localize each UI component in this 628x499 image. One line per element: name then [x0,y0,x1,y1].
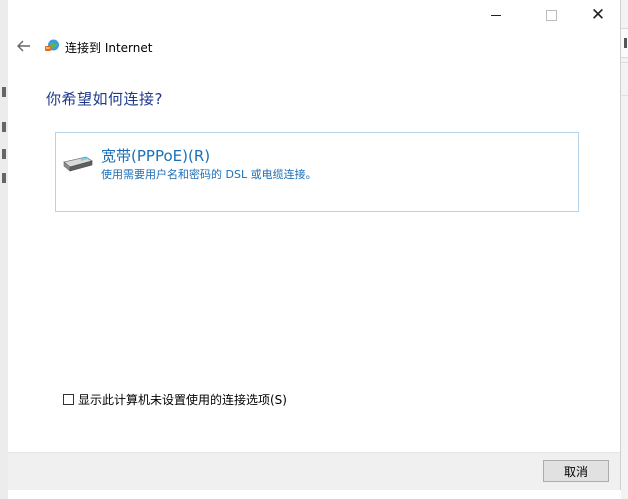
network-globe-icon [45,39,59,51]
minimize-button[interactable] [474,0,518,30]
option-description: 使用需要用户名和密码的 DSL 或电缆连接。 [101,168,317,181]
dialog-footer: 取消 [8,452,620,490]
background-divider [621,62,628,63]
background-text-fragment [2,149,6,159]
option-title: 宽带(PPPoE)(R) [101,147,211,165]
close-button[interactable]: ✕ [576,0,620,30]
connect-to-internet-dialog: ✕ 连接到 Internet 你希望如何连接? 宽带(PPPoE)(R) 使用需… [8,0,621,490]
maximize-button[interactable] [529,0,573,30]
close-icon: ✕ [590,4,606,25]
page-heading: 你希望如何连接? [46,90,163,108]
minimize-icon [491,14,501,16]
background-text-fragment [2,87,6,97]
show-all-options-checkbox-row[interactable]: 显示此计算机未设置使用的连接选项(S) [63,391,287,408]
background-text-fragment [624,38,627,48]
show-all-options-label[interactable]: 显示此计算机未设置使用的连接选项(S) [78,391,287,408]
broadband-modem-icon [63,156,93,172]
background-window-left [0,0,8,499]
back-button[interactable] [14,36,34,56]
background-window-right [621,0,628,499]
maximize-icon [545,9,557,21]
background-text-fragment [2,122,6,132]
background-divider [621,95,628,96]
dialog-title: 连接到 Internet [65,41,153,55]
back-arrow-icon [17,40,30,52]
cancel-button[interactable]: 取消 [543,460,609,482]
option-broadband-pppoe[interactable]: 宽带(PPPoE)(R) 使用需要用户名和密码的 DSL 或电缆连接。 [55,132,579,212]
show-all-options-checkbox[interactable] [63,394,74,405]
background-text-fragment [2,173,6,183]
